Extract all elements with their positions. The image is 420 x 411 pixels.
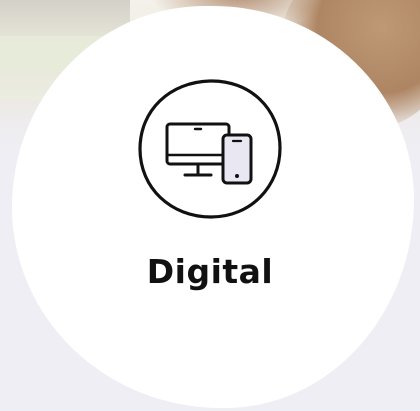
service-title: Digital bbox=[146, 252, 274, 291]
devices-icon bbox=[137, 78, 283, 220]
